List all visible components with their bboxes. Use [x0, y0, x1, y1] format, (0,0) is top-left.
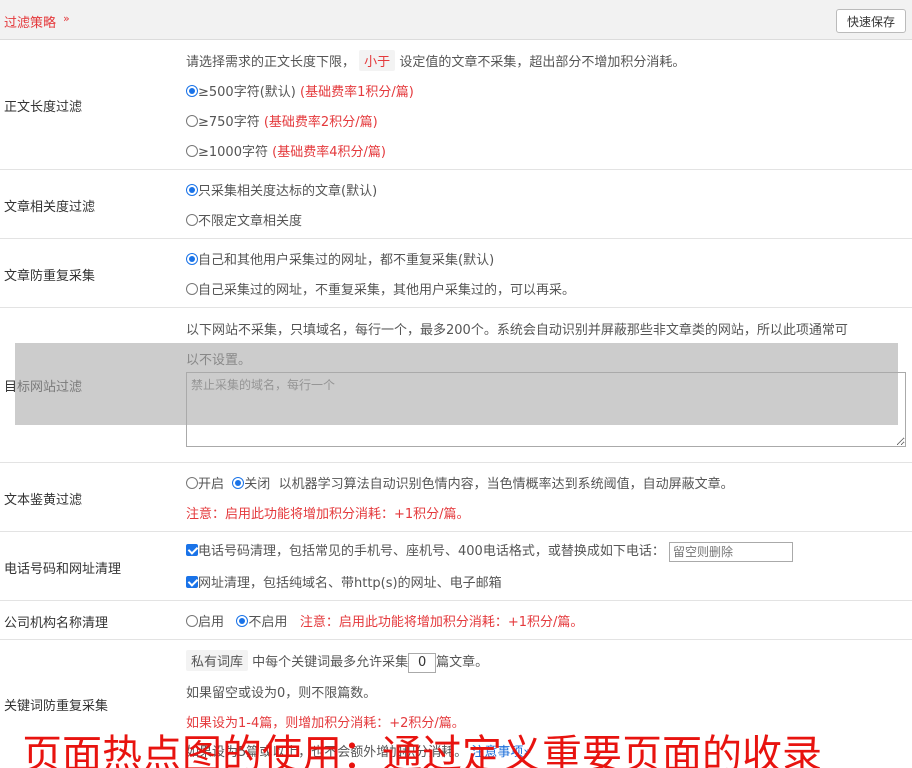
- site-filter-desc-2: 以不设置。: [186, 353, 252, 368]
- row-relevance-filter: 文章相关度过滤 只采集相关度达标的文章(默认) 不限定文章相关度: [0, 170, 912, 239]
- private-lexicon-tag[interactable]: 私有词库: [186, 650, 249, 671]
- row-company: 公司机构名称清理 启用 不启用 注意：启用此功能将增加积分消耗：+1积分/篇。: [0, 601, 912, 640]
- keyword-line-2: 如果留空或设为0，则不限篇数。: [186, 686, 377, 701]
- row-label: 公司机构名称清理: [4, 616, 109, 631]
- radio-button[interactable]: [186, 214, 198, 226]
- row-label: 目标网站过滤: [4, 380, 83, 395]
- header-title[interactable]: 过滤策略: [4, 12, 56, 31]
- option-label: 开启: [198, 477, 225, 492]
- keyword-limit-input[interactable]: [408, 652, 437, 673]
- row-dedupe: 文章防重复采集 自己和其他用户采集过的网址，都不重复采集(默认) 自己采集过的网…: [0, 239, 912, 308]
- blocked-domains-textarea[interactable]: [186, 372, 906, 447]
- company-note: 注意：启用此功能将增加积分消耗：+1积分/篇。: [299, 615, 584, 630]
- row-phone-url: 电话号码和网址清理 电话号码清理，包括常见的手机号、座机号、400电话格式，或替…: [0, 532, 912, 601]
- phone-clean-option[interactable]: 电话号码清理，包括常见的手机号、座机号、400电话格式，或替换成如下电话：: [186, 540, 793, 562]
- checkbox[interactable]: [186, 544, 198, 556]
- filter-strategy-header: 过滤策略 » 快速保存: [0, 0, 912, 40]
- caption-banner: 页面热点图的使用：通过定义重要页面的收录: [22, 732, 822, 768]
- site-filter-desc-1: 以下网站不采集，只填域名，每行一个，最多200个。系统会自动识别并屏蔽那些非文章…: [186, 323, 848, 338]
- keyword-limit: 私有词库 中每个关键词最多允许采集 篇文章。: [186, 650, 488, 673]
- radio-button[interactable]: [186, 85, 198, 97]
- radio-on-button[interactable]: [186, 477, 198, 489]
- option-label: 电话号码清理，包括常见的手机号、座机号、400电话格式，或替换成如下电话：: [198, 544, 665, 559]
- length-filter-desc: 请选择需求的正文长度下限， 小于 设定值的文章不采集，超出部分不增加积分消耗。: [186, 50, 685, 71]
- radio-button[interactable]: [186, 115, 198, 127]
- row-label: 正文长度过滤: [4, 100, 83, 115]
- rate-note: (基础费率4积分/篇): [272, 145, 386, 160]
- option-label: 网址清理，包括纯域名、带http(s)的网址、电子邮箱: [198, 576, 502, 591]
- row-label: 文章防重复采集: [4, 269, 96, 284]
- option-label: ≥500字符(默认): [198, 85, 296, 100]
- desc-text: 设定值的文章不采集，超出部分不增加积分消耗。: [399, 55, 686, 70]
- option-label: 不限定文章相关度: [198, 214, 303, 229]
- keyword-text: 篇文章。: [436, 655, 489, 670]
- rate-note: (基础费率1积分/篇): [300, 85, 414, 100]
- porn-filter-desc: 以机器学习算法自动识别色情内容，当色情概率达到系统阈值，自动屏蔽文章。: [278, 477, 734, 492]
- option-label: 启用: [198, 615, 225, 630]
- porn-filter-options: 开启 关闭 以机器学习算法自动识别色情内容，当色情概率达到系统阈值，自动屏蔽文章…: [186, 473, 734, 492]
- option-label: 只采集相关度达标的文章(默认): [198, 184, 378, 199]
- option-label: 自己采集过的网址，不重复采集，其他用户采集过的，可以再采。: [198, 283, 576, 298]
- url-clean-option[interactable]: 网址清理，包括纯域名、带http(s)的网址、电子邮箱: [186, 572, 502, 591]
- desc-text: 请选择需求的正文长度下限，: [186, 55, 356, 70]
- row-porn-filter: 文本鉴黄过滤 开启 关闭 以机器学习算法自动识别色情内容，当色情概率达到系统阈值…: [0, 463, 912, 532]
- radio-button[interactable]: [186, 184, 198, 196]
- option-label: 自己和其他用户采集过的网址，都不重复采集(默认): [198, 253, 495, 268]
- dedupe-option-all[interactable]: 自己和其他用户采集过的网址，都不重复采集(默认): [186, 249, 494, 268]
- relevance-option-any[interactable]: 不限定文章相关度: [186, 210, 302, 229]
- chevron-down-icon[interactable]: »: [63, 12, 70, 25]
- row-label: 文章相关度过滤: [4, 200, 96, 215]
- less-than-tag: 小于: [359, 50, 396, 71]
- porn-filter-note: 注意：启用此功能将增加积分消耗：+1积分/篇。: [186, 507, 470, 522]
- replace-phone-input[interactable]: [668, 541, 793, 562]
- length-option-1000[interactable]: ≥1000字符 (基础费率4积分/篇): [186, 141, 386, 160]
- radio-disable-button[interactable]: [236, 615, 249, 627]
- relevance-option-only[interactable]: 只采集相关度达标的文章(默认): [186, 180, 377, 199]
- dedupe-option-self[interactable]: 自己采集过的网址，不重复采集，其他用户采集过的，可以再采。: [186, 279, 575, 298]
- option-label: ≥750字符: [198, 115, 260, 130]
- radio-button[interactable]: [186, 283, 198, 295]
- keyword-text: 中每个关键词最多允许采集: [252, 655, 409, 670]
- row-label: 文本鉴黄过滤: [4, 493, 83, 508]
- row-label: 关键词防重复采集: [4, 699, 109, 714]
- option-label: 关闭: [244, 477, 271, 492]
- radio-button[interactable]: [186, 145, 198, 157]
- option-label: 不启用: [248, 615, 288, 630]
- rate-note: (基础费率2积分/篇): [263, 115, 378, 130]
- row-length-filter: 正文长度过滤 请选择需求的正文长度下限， 小于 设定值的文章不采集，超出部分不增…: [0, 40, 912, 170]
- length-option-500[interactable]: ≥500字符(默认) (基础费率1积分/篇): [186, 81, 414, 100]
- row-label: 电话号码和网址清理: [4, 562, 122, 577]
- radio-off-button[interactable]: [232, 477, 245, 489]
- quick-save-button[interactable]: 快速保存: [836, 9, 906, 33]
- radio-button[interactable]: [186, 253, 198, 265]
- length-option-750[interactable]: ≥750字符 (基础费率2积分/篇): [186, 111, 378, 130]
- company-options: 启用 不启用 注意：启用此功能将增加积分消耗：+1积分/篇。: [186, 611, 583, 630]
- radio-enable-button[interactable]: [186, 615, 198, 627]
- checkbox[interactable]: [186, 576, 198, 588]
- option-label: ≥1000字符: [198, 145, 268, 160]
